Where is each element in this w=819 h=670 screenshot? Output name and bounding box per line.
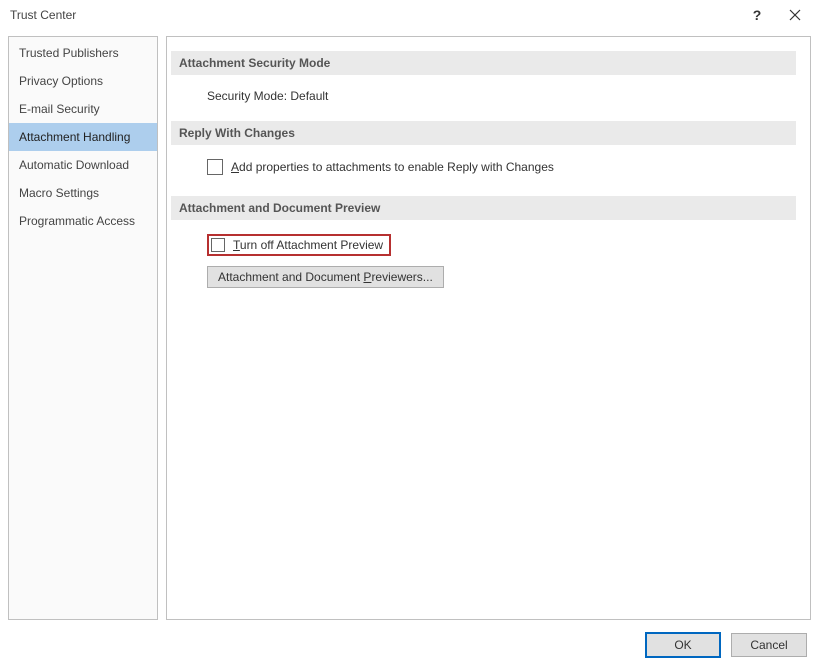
checkbox-icon <box>211 238 225 252</box>
section-heading-reply-changes: Reply With Changes <box>171 121 796 145</box>
sidebar-item-label: Macro Settings <box>19 186 99 200</box>
sidebar-item-label: E-mail Security <box>19 102 100 116</box>
cancel-button[interactable]: Cancel <box>731 633 807 657</box>
sidebar-item-attachment-handling[interactable]: Attachment Handling <box>9 123 157 151</box>
content-panel: Attachment Security Mode Security Mode: … <box>166 36 811 620</box>
window-title: Trust Center <box>10 8 747 22</box>
titlebar-buttons: ? <box>747 7 809 23</box>
sidebar-item-automatic-download[interactable]: Automatic Download <box>9 151 157 179</box>
sidebar-item-label: Automatic Download <box>19 158 129 172</box>
previewers-button-row: Attachment and Document Previewers... <box>207 256 796 288</box>
sidebar-item-label: Trusted Publishers <box>19 46 119 60</box>
sidebar-item-label: Programmatic Access <box>19 214 135 228</box>
section-body-reply-changes: Add properties to attachments to enable … <box>171 159 796 196</box>
checkbox-row-turn-off-preview[interactable]: Turn off Attachment Preview <box>207 234 391 256</box>
section-heading-security-mode: Attachment Security Mode <box>171 51 796 75</box>
section-body-attachment-preview: Turn off Attachment Preview Attachment a… <box>171 234 796 306</box>
titlebar: Trust Center ? <box>0 0 819 30</box>
close-icon[interactable] <box>789 9 809 21</box>
checkbox-icon <box>207 159 223 175</box>
checkbox-label-add-properties: Add properties to attachments to enable … <box>231 160 554 174</box>
checkbox-row-add-properties[interactable]: Add properties to attachments to enable … <box>207 159 554 175</box>
sidebar-item-privacy-options[interactable]: Privacy Options <box>9 67 157 95</box>
ok-button[interactable]: OK <box>645 632 721 658</box>
dialog-footer: OK Cancel <box>0 620 819 670</box>
sidebar-item-trusted-publishers[interactable]: Trusted Publishers <box>9 39 157 67</box>
previewers-button-label: Attachment and Document Previewers... <box>218 270 433 284</box>
sidebar-item-programmatic-access[interactable]: Programmatic Access <box>9 207 157 235</box>
help-icon[interactable]: ? <box>747 7 767 23</box>
security-mode-text: Security Mode: Default <box>207 89 328 103</box>
main-area: Trusted Publishers Privacy Options E-mai… <box>0 30 819 620</box>
sidebar-item-macro-settings[interactable]: Macro Settings <box>9 179 157 207</box>
previewers-button[interactable]: Attachment and Document Previewers... <box>207 266 444 288</box>
sidebar-item-label: Privacy Options <box>19 74 103 88</box>
section-body-security-mode: Security Mode: Default <box>171 89 796 121</box>
section-heading-attachment-preview: Attachment and Document Preview <box>171 196 796 220</box>
sidebar-item-label: Attachment Handling <box>19 130 130 144</box>
sidebar: Trusted Publishers Privacy Options E-mai… <box>8 36 158 620</box>
sidebar-item-email-security[interactable]: E-mail Security <box>9 95 157 123</box>
checkbox-label-turn-off-preview: Turn off Attachment Preview <box>233 238 383 252</box>
